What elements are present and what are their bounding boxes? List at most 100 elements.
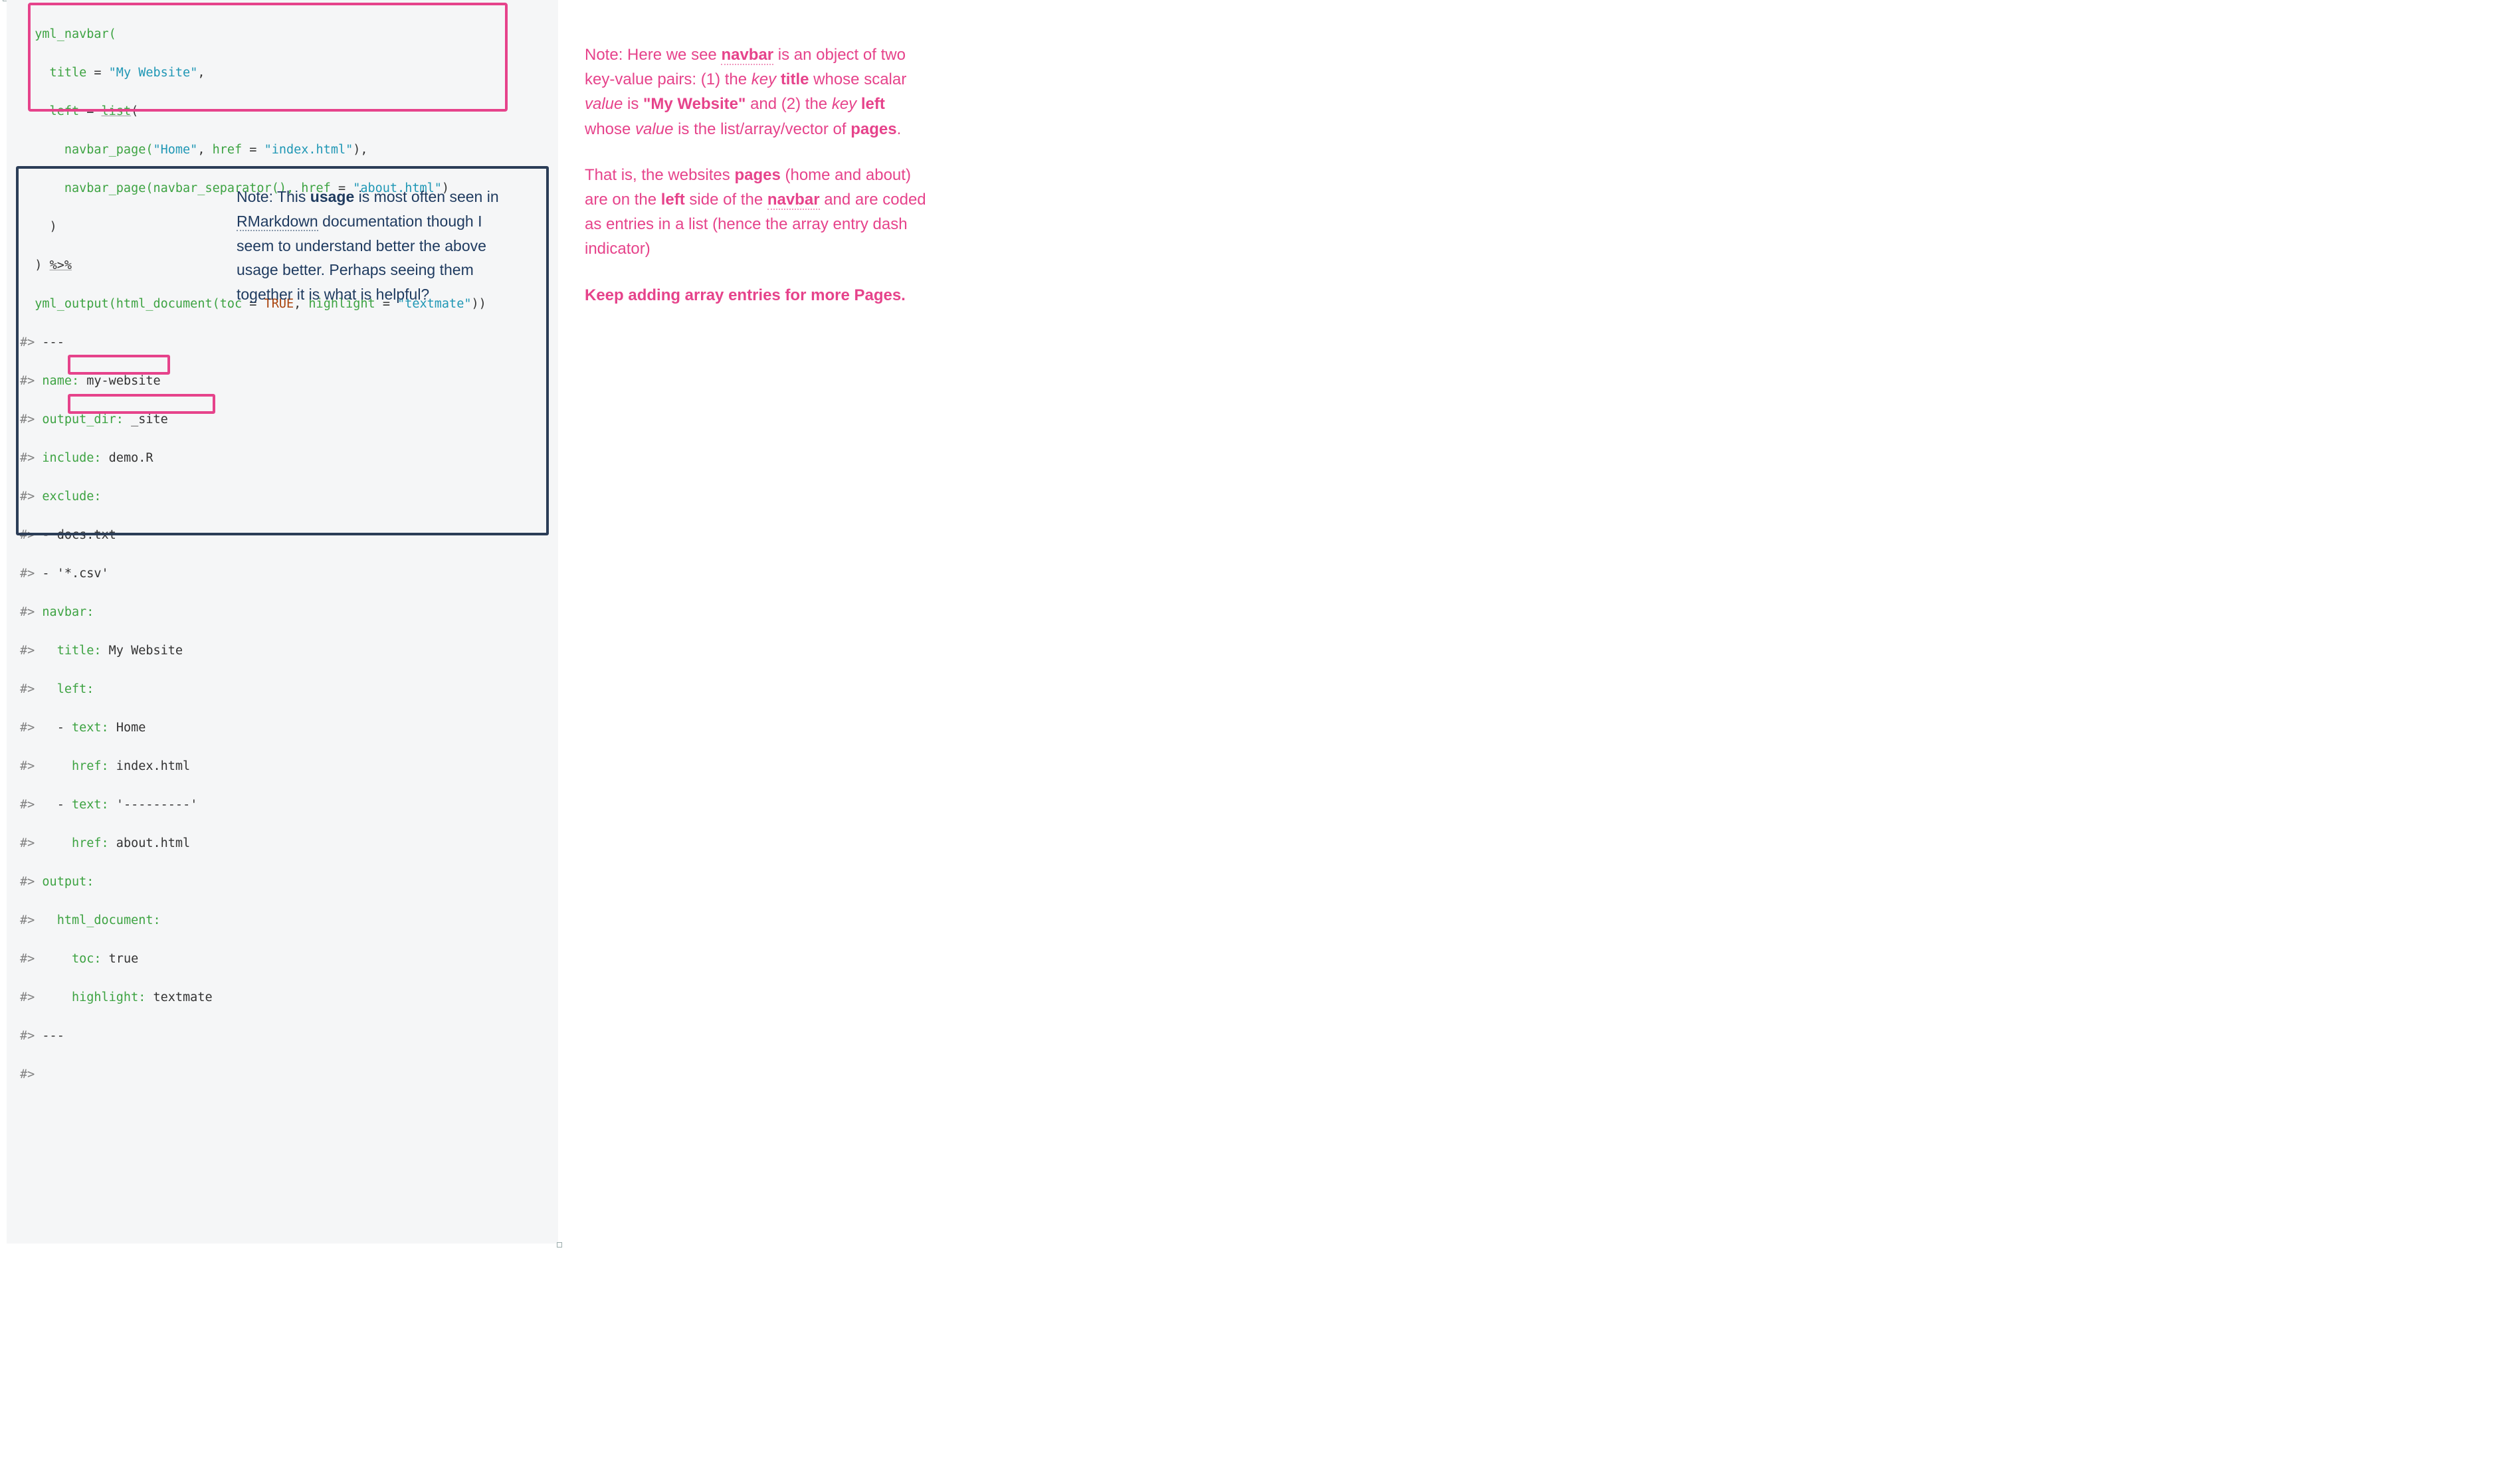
code-token: title: [57, 644, 102, 658]
code-token: #> [20, 721, 57, 735]
note-text-bold: left [661, 191, 685, 209]
note-text: side of the [685, 191, 767, 209]
code-token: #> [20, 335, 42, 349]
note-paragraph-3: Keep adding array entries for more Pages… [585, 283, 930, 308]
code-token: = [249, 297, 264, 311]
code-token: ) [442, 181, 449, 195]
code-token: #> [20, 798, 57, 812]
code-line: #> highlight: textmate [7, 988, 558, 1007]
slide-frame: yml_navbar( title = "My Website", left =… [0, 0, 967, 1250]
code-token: = [86, 104, 101, 118]
code-token: #> [20, 1029, 42, 1043]
code-token: #> [20, 644, 57, 658]
code-panel: yml_navbar( title = "My Website", left =… [7, 0, 558, 1244]
code-token: left [20, 104, 86, 118]
note-text: whose scalar [809, 70, 906, 88]
code-token: , [197, 143, 212, 157]
code-token: textmate [146, 990, 212, 1004]
annotation-note-navy: Note: This usage is most often seen in R… [237, 185, 516, 307]
code-token: ) [20, 258, 50, 272]
code-token: "Home" [153, 143, 197, 157]
code-token: title [20, 66, 94, 80]
code-token: true [102, 952, 139, 966]
code-token: #> [20, 875, 42, 889]
code-token: name: [42, 374, 79, 388]
code-token: #> [20, 567, 42, 581]
code-line: #> name: my-website [7, 371, 558, 391]
code-token: output: [42, 875, 94, 889]
code-token: html_document( [116, 297, 220, 311]
code-block: yml_navbar( title = "My Website", left =… [7, 0, 558, 1244]
notes-column: Note: Here we see navbar is an object of… [585, 0, 930, 329]
code-token: ), [353, 143, 367, 157]
code-token: #> [20, 836, 72, 850]
code-token: ) [20, 220, 57, 234]
code-token: html_document: [57, 913, 161, 927]
code-token: - [57, 721, 72, 735]
code-token: href [301, 181, 338, 195]
code-line: #> --- [7, 1026, 558, 1046]
code-token: text: [72, 721, 109, 735]
code-token: text: [72, 798, 109, 812]
code-token: "index.html" [264, 143, 353, 157]
code-token: #> [20, 605, 42, 619]
code-line: #> output: [7, 872, 558, 891]
note-text-bold: Keep adding array entries for more Pages… [585, 286, 906, 304]
note-paragraph-1: Note: Here we see navbar is an object of… [585, 43, 930, 141]
code-token: %>% [50, 258, 72, 272]
code-token: #> [20, 413, 42, 426]
code-token: #> [20, 682, 57, 696]
code-token: "textmate" [397, 297, 471, 311]
code-line: #> - text: '---------' [7, 795, 558, 814]
code-token: '---------' [109, 798, 198, 812]
code-token: toc [220, 297, 250, 311]
note-text-bold: "My Website" [643, 95, 746, 113]
code-token: _site [124, 413, 168, 426]
note-text-italic: value [585, 95, 623, 113]
code-token: href: [72, 836, 109, 850]
annotation-box-pink-top [28, 3, 508, 112]
note-text [856, 95, 861, 113]
code-line: ) %>% [7, 256, 558, 275]
note-text-bold: pages [734, 166, 780, 184]
code-token: )) [471, 297, 486, 311]
code-token: "about.html" [353, 181, 442, 195]
note-text-bold: navbar [767, 191, 820, 210]
note-text-bold: title [781, 70, 809, 88]
code-token: #> [20, 1067, 35, 1081]
code-token: navbar: [42, 605, 94, 619]
note-text-italic: key [751, 70, 776, 88]
code-token: #> [20, 451, 42, 465]
note-text-bold: left [861, 95, 885, 113]
code-token: = [94, 66, 108, 80]
code-line: #> - docs.txt [7, 525, 558, 545]
code-line: title = "My Website", [7, 63, 558, 82]
code-token: = [249, 143, 264, 157]
code-token: highlight [308, 297, 382, 311]
code-token: navbar_separator(), [153, 181, 301, 195]
code-line: navbar_page(navbar_separator(), href = "… [7, 179, 558, 198]
code-token: include: [42, 451, 101, 465]
code-line: #> - text: Home [7, 718, 558, 737]
code-token: , [197, 66, 205, 80]
note-text [776, 70, 781, 88]
code-token: My Website [102, 644, 183, 658]
note-text-bold: navbar [721, 46, 773, 65]
code-line: yml_output(html_document(toc = TRUE, hig… [7, 294, 558, 314]
code-line: #> include: demo.R [7, 448, 558, 468]
code-line: ) [7, 217, 558, 236]
code-token: about.html [109, 836, 191, 850]
code-token: href: [72, 759, 109, 773]
code-token: list [102, 104, 132, 118]
code-token: - '*.csv' [42, 567, 108, 581]
note-text: Note: Here we see [585, 46, 721, 64]
code-line: #> href: index.html [7, 757, 558, 776]
note-paragraph-2: That is, the websites pages (home and ab… [585, 163, 930, 262]
note-text: whose [585, 120, 635, 138]
code-token: my-website [79, 374, 161, 388]
note-text-italic: value [635, 120, 673, 138]
code-token: #> [20, 528, 42, 542]
code-token: TRUE [264, 297, 294, 311]
code-token: Home [109, 721, 146, 735]
code-token: left: [57, 682, 94, 696]
